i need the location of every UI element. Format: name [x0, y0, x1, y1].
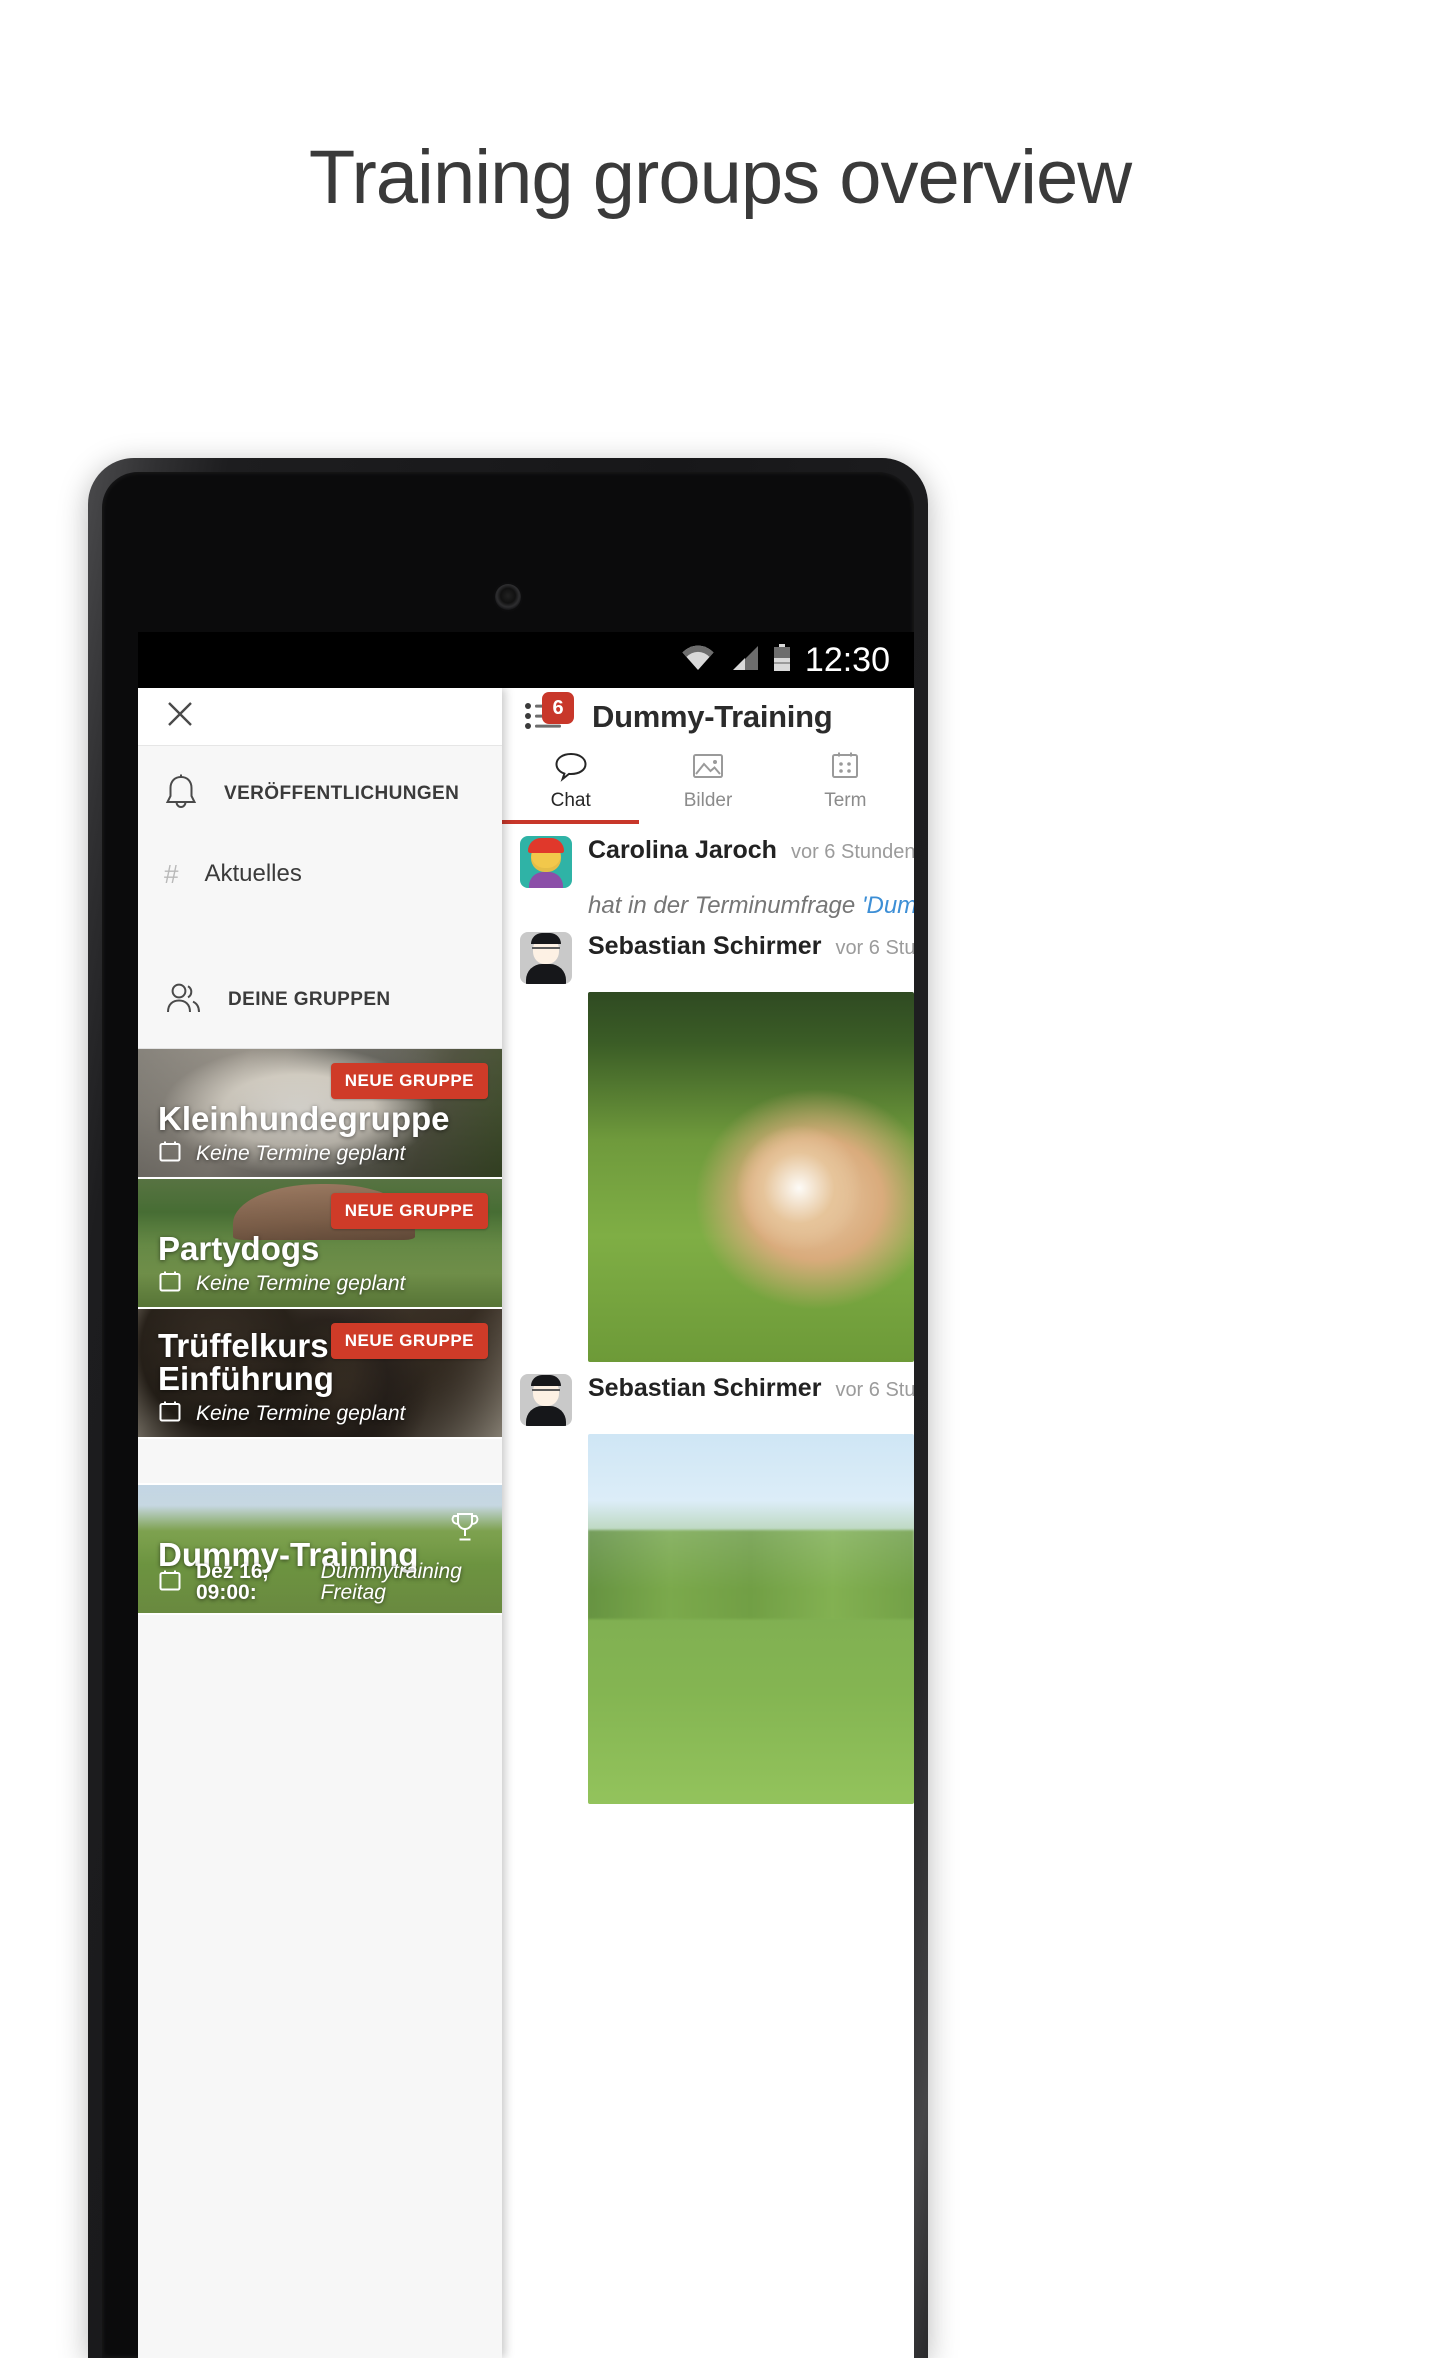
active-tab-underline	[502, 820, 640, 824]
group-subtitle: Keine Termine geplant	[158, 1399, 405, 1427]
calendar-icon	[158, 1139, 182, 1167]
message-time: vor 6 Stunden	[790, 841, 914, 863]
group-subtitle-text: Dummytraining Freitag	[320, 1560, 462, 1604]
status-bar-icons	[681, 643, 791, 677]
sidebar-section-deine-gruppen: DEINE GRUPPEN	[138, 952, 502, 1048]
sebastian-avatar	[520, 932, 572, 984]
carolina-avatar	[520, 836, 572, 888]
group-title: Trüffelkurs Einführung	[158, 1327, 334, 1397]
tablet-bezel: 12:30 VERÖFFENTLICHUNGEN # Aktuelles DEI…	[102, 472, 914, 2358]
chat-tabs: Chat Bilder Term	[502, 746, 914, 824]
status-bar-clock: 12:30	[804, 640, 890, 679]
calendar-icon	[158, 1399, 182, 1427]
sidebar-group-card[interactable]: NEUE GRUPPE Trüffelkurs Einführung Keine…	[138, 1309, 502, 1439]
trophy-icon	[450, 1511, 480, 1548]
message-meta: Carolina Jaroch vor 6 Stunden	[588, 836, 914, 888]
message-header: Sebastian Schirmer vor 6 Stunden	[502, 1374, 914, 1426]
sidebar-section-label: VERÖFFENTLICHUNGEN	[224, 783, 460, 804]
message-meta: Sebastian Schirmer vor 6 Stunden	[588, 1374, 914, 1426]
sidebar-group-card[interactable]: NEUE GRUPPE Kleinhundegruppe Keine Termi…	[138, 1049, 502, 1179]
tab-bilder[interactable]: Bilder	[639, 746, 776, 824]
image-icon	[691, 750, 725, 787]
people-icon	[164, 981, 202, 1020]
message-time: vor 6 Stunden	[835, 937, 914, 959]
front-camera-icon	[495, 584, 521, 610]
page-title: Training groups overview	[308, 135, 1132, 220]
chat-message[interactable]: Sebastian Schirmer vor 6 Stunden	[502, 1362, 914, 1804]
calendar-icon	[158, 1568, 182, 1596]
new-group-badge: NEUE GRUPPE	[330, 1063, 488, 1099]
tab-termine[interactable]: Term	[777, 746, 914, 824]
chat-pane: 6 Dummy-Training Chat Bilder Term Caroli…	[502, 688, 914, 2358]
chat-message[interactable]: Sebastian Schirmer vor 6 Stunden	[502, 920, 914, 1362]
battery-icon	[773, 643, 791, 677]
app-body: VERÖFFENTLICHUNGEN # Aktuelles DEINE GRU…	[138, 688, 914, 2358]
chat-header: 6 Dummy-Training	[502, 688, 914, 746]
sidebar-group-card[interactable]: Dummy-Training Dez 16, 09:00: Dummytrain…	[138, 1483, 502, 1615]
message-author: Sebastian Schirmer	[588, 932, 822, 960]
group-subtitle: Dez 16, 09:00: Dummytraining Freitag	[158, 1561, 502, 1603]
message-author: Sebastian Schirmer	[588, 1374, 822, 1402]
sidebar-header	[138, 688, 502, 746]
sidebar-section-veroeffentlichungen: VERÖFFENTLICHUNGEN	[138, 746, 502, 842]
sidebar: VERÖFFENTLICHUNGEN # Aktuelles DEINE GRU…	[138, 688, 502, 2358]
group-subtitle-text: Keine Termine geplant	[196, 1141, 406, 1165]
tab-label: Bilder	[683, 790, 733, 811]
group-subtitle-text: Keine Termine geplant	[196, 1271, 406, 1295]
chat-message[interactable]: Carolina Jaroch vor 6 Stunden hat in der…	[502, 824, 914, 920]
wifi-icon	[681, 645, 715, 676]
group-date: Dez 16, 09:00:	[196, 1560, 269, 1604]
message-photo[interactable]	[588, 992, 914, 1362]
bell-icon	[164, 773, 198, 816]
chat-title: Dummy-Training	[592, 699, 833, 734]
tab-label: Term	[824, 790, 867, 811]
message-text: hat in der Terminumfrage 'Dummy E	[502, 892, 914, 920]
hash-icon: #	[164, 859, 179, 889]
message-meta: Sebastian Schirmer vor 6 Stunden	[588, 932, 914, 984]
message-photo[interactable]	[588, 1434, 914, 1804]
sidebar-group-card[interactable]: NEUE GRUPPE Partydogs Keine Termine gepl…	[138, 1179, 502, 1309]
list-icon[interactable]: 6	[524, 692, 574, 734]
group-subtitle: Keine Termine geplant	[158, 1269, 405, 1297]
group-subtitle: Keine Termine geplant	[158, 1139, 405, 1167]
message-time: vor 6 Stunden	[835, 1379, 914, 1401]
tab-label: Chat	[550, 790, 591, 811]
sidebar-item-label: Aktuelles	[204, 860, 302, 887]
android-screen: 12:30 VERÖFFENTLICHUNGEN # Aktuelles DEI…	[138, 632, 914, 2358]
message-author: Carolina Jaroch	[588, 836, 777, 864]
cellular-signal-icon	[729, 645, 759, 676]
message-link[interactable]: 'Dummy E	[862, 892, 914, 919]
group-subtitle-text: Keine Termine geplant	[196, 1401, 406, 1425]
calendar-icon	[158, 1269, 182, 1297]
new-group-badge: NEUE GRUPPE	[330, 1193, 488, 1229]
message-header: Sebastian Schirmer vor 6 Stunden	[502, 932, 914, 984]
calendar-icon	[828, 750, 862, 787]
tablet-device: 12:30 VERÖFFENTLICHUNGEN # Aktuelles DEI…	[88, 458, 928, 2358]
status-bar: 12:30	[138, 632, 914, 688]
group-title: Kleinhundegruppe	[158, 1100, 450, 1137]
sebastian-avatar	[520, 1374, 572, 1426]
message-body: hat in der Terminumfrage	[588, 892, 862, 919]
close-icon[interactable]	[164, 698, 196, 735]
message-header: Carolina Jaroch vor 6 Stunden	[502, 836, 914, 888]
sidebar-section-label: DEINE GRUPPEN	[228, 989, 391, 1010]
sidebar-item-aktuelles[interactable]: # Aktuelles	[138, 842, 502, 906]
tab-chat[interactable]: Chat	[502, 746, 640, 824]
group-title: Partydogs	[158, 1230, 320, 1267]
unread-badge: 6	[542, 692, 574, 724]
speech-bubble-icon	[554, 750, 588, 787]
